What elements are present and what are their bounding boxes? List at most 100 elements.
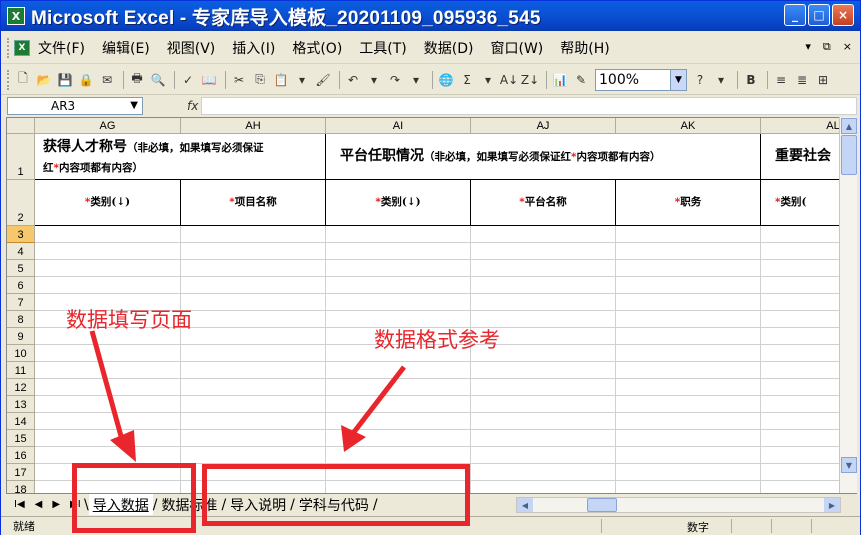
grid-cell[interactable]: [761, 277, 839, 294]
workbook-minimize-button[interactable]: ▾: [805, 40, 811, 54]
grid-cell[interactable]: [181, 277, 326, 294]
header-talent-category[interactable]: *类别(↓): [35, 180, 181, 226]
prev-sheet-icon[interactable]: ◀: [35, 499, 43, 510]
zoom-select[interactable]: 100% ▼: [595, 68, 687, 91]
chevron-down-icon[interactable]: ▼: [130, 100, 138, 111]
autosum-dropdown-icon[interactable]: ▾: [479, 71, 497, 89]
grid-cell[interactable]: [616, 260, 761, 277]
column-header-ah[interactable]: AH: [181, 118, 326, 134]
sort-descending-icon[interactable]: Z↓: [521, 71, 539, 89]
workbook-icon[interactable]: X: [14, 39, 30, 56]
grid-cell[interactable]: [181, 243, 326, 260]
column-header-ag[interactable]: AG: [35, 118, 181, 134]
grid-cell[interactable]: [471, 260, 616, 277]
menu-insert[interactable]: 插入(I): [232, 38, 275, 58]
column-header-ai[interactable]: AI: [326, 118, 471, 134]
grid-cell[interactable]: [471, 379, 616, 396]
grid-cell[interactable]: [761, 260, 839, 277]
spelling-icon[interactable]: ✓: [179, 71, 197, 89]
help-icon[interactable]: ?: [691, 71, 709, 89]
grid-cell[interactable]: [616, 362, 761, 379]
open-icon[interactable]: 📂: [35, 71, 53, 89]
grid-cell[interactable]: [35, 345, 181, 362]
row-header-16[interactable]: 16: [7, 447, 35, 464]
grid-cell[interactable]: [35, 379, 181, 396]
grid-cell[interactable]: [326, 362, 471, 379]
grid-cell[interactable]: [761, 430, 839, 447]
paste-dropdown-icon[interactable]: ▾: [293, 71, 311, 89]
grid-cell[interactable]: [326, 277, 471, 294]
grid-cell[interactable]: [471, 226, 616, 243]
grid-cell[interactable]: [761, 464, 839, 481]
undo-icon[interactable]: ↶: [344, 71, 362, 89]
chart-wizard-icon[interactable]: 📊: [551, 71, 569, 89]
grid-cell[interactable]: [471, 243, 616, 260]
grid-cell[interactable]: [35, 362, 181, 379]
grid-cell[interactable]: [761, 226, 839, 243]
grid-cell[interactable]: [761, 328, 839, 345]
grid-cell[interactable]: [471, 294, 616, 311]
research-icon[interactable]: 📖: [200, 71, 218, 89]
menu-grip[interactable]: [7, 37, 10, 58]
grid-cell[interactable]: [616, 294, 761, 311]
grid-cell[interactable]: [761, 379, 839, 396]
row-header-6[interactable]: 6: [7, 277, 35, 294]
horizontal-scrollbar[interactable]: ◀ ▶: [516, 497, 841, 513]
row-header-17[interactable]: 17: [7, 464, 35, 481]
grid-cell[interactable]: [471, 481, 616, 493]
undo-dropdown-icon[interactable]: ▾: [365, 71, 383, 89]
menu-file[interactable]: 文件(F): [38, 38, 85, 58]
grid-cell[interactable]: [761, 396, 839, 413]
header-group-platform-role[interactable]: 平台任职情况（非必填，如果填写必须保证红*内容项都有内容）: [326, 134, 761, 180]
grid-cell[interactable]: [616, 328, 761, 345]
row-header-4[interactable]: 4: [7, 243, 35, 260]
grid-cell[interactable]: [326, 226, 471, 243]
name-box[interactable]: AR3 ▼: [7, 97, 143, 115]
next-sheet-icon[interactable]: ▶: [52, 499, 60, 510]
grid-cell[interactable]: [326, 260, 471, 277]
workbook-restore-button[interactable]: ⧉: [823, 40, 831, 54]
grid-cell[interactable]: [761, 481, 839, 493]
row-header-15[interactable]: 15: [7, 430, 35, 447]
horizontal-scroll-thumb[interactable]: [587, 498, 617, 512]
grid-cell[interactable]: [35, 447, 181, 464]
save-icon[interactable]: 💾: [56, 71, 74, 89]
grid-cell[interactable]: [181, 294, 326, 311]
row-header-18[interactable]: 18: [7, 481, 35, 493]
grid-cell[interactable]: [616, 226, 761, 243]
row-header-10[interactable]: 10: [7, 345, 35, 362]
toolbar-grip[interactable]: [7, 69, 10, 90]
cut-icon[interactable]: ✂: [230, 71, 248, 89]
row-header-1[interactable]: 1: [7, 134, 35, 180]
grid-cell[interactable]: [35, 396, 181, 413]
grid-cell[interactable]: [181, 345, 326, 362]
grid-cell[interactable]: [181, 328, 326, 345]
grid-cell[interactable]: [181, 396, 326, 413]
grid-cell[interactable]: [616, 311, 761, 328]
row-header-14[interactable]: 14: [7, 413, 35, 430]
grid-cell[interactable]: [181, 311, 326, 328]
grid-cell[interactable]: [761, 294, 839, 311]
scroll-up-icon[interactable]: ▲: [841, 118, 857, 134]
toolbar-options-icon[interactable]: ▾: [712, 71, 730, 89]
grid-cell[interactable]: [326, 379, 471, 396]
align-right-icon[interactable]: ≣: [793, 71, 811, 89]
drawing-icon[interactable]: ✎: [572, 71, 590, 89]
column-header-ak[interactable]: AK: [616, 118, 761, 134]
grid-cell[interactable]: [326, 396, 471, 413]
row-header-2[interactable]: 2: [7, 180, 35, 226]
header-project-name[interactable]: *项目名称: [181, 180, 326, 226]
grid-cell[interactable]: [471, 464, 616, 481]
new-icon[interactable]: 🗋: [14, 71, 32, 89]
scroll-left-icon[interactable]: ◀: [517, 498, 533, 512]
grid-cell[interactable]: [616, 413, 761, 430]
grid-cell[interactable]: [616, 379, 761, 396]
grid-cell[interactable]: [181, 447, 326, 464]
chevron-down-icon[interactable]: ▼: [670, 69, 686, 90]
grid-cell[interactable]: [616, 464, 761, 481]
sort-ascending-icon[interactable]: A↓: [500, 71, 518, 89]
format-painter-icon[interactable]: 🖌: [314, 71, 332, 89]
grid-cell[interactable]: [181, 226, 326, 243]
grid-cell[interactable]: [616, 277, 761, 294]
grid-cell[interactable]: [761, 362, 839, 379]
